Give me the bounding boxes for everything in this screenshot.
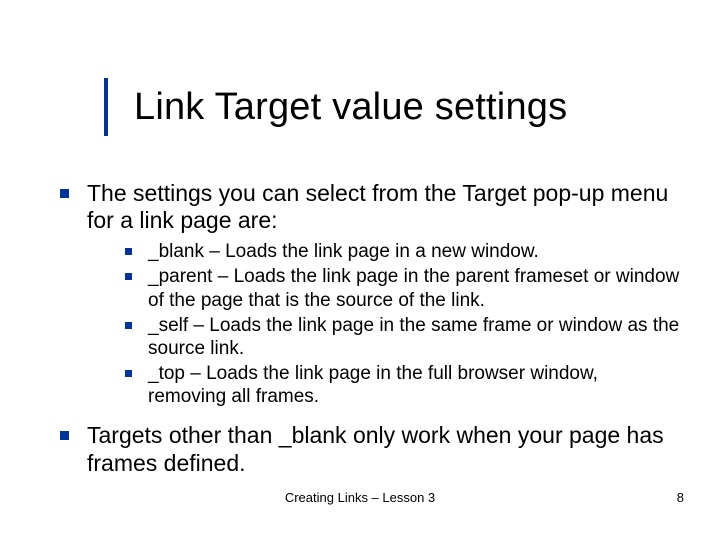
slide-content: The settings you can select from the Tar…	[60, 180, 680, 483]
square-bullet-icon	[125, 370, 132, 377]
bullet-text: The settings you can select from the Tar…	[87, 180, 680, 234]
sub-bullet-item: _parent – Loads the link page in the par…	[125, 265, 680, 311]
bullet-item: The settings you can select from the Tar…	[60, 180, 680, 416]
sub-bullet-item: _blank – Loads the link page in a new wi…	[125, 240, 680, 263]
sub-bullet-text: _top – Loads the link page in the full b…	[148, 362, 680, 408]
bullet-list-level2: _blank – Loads the link page in a new wi…	[125, 240, 680, 408]
square-bullet-icon	[125, 322, 132, 329]
square-bullet-icon	[125, 273, 132, 280]
footer-page-number: 8	[677, 490, 684, 505]
square-bullet-icon	[60, 189, 69, 198]
sub-bullet-item: _self – Loads the link page in the same …	[125, 314, 680, 360]
slide-title: Link Target value settings	[134, 86, 567, 129]
square-bullet-icon	[125, 248, 132, 255]
square-bullet-icon	[60, 431, 69, 440]
footer-lesson-label: Creating Links – Lesson 3	[285, 490, 435, 505]
title-accent-bar	[104, 78, 108, 136]
slide: Link Target value settings The settings …	[0, 0, 720, 540]
bullet-body: The settings you can select from the Tar…	[87, 180, 680, 416]
slide-footer: Creating Links – Lesson 3 8	[0, 490, 720, 510]
bullet-text: Targets other than _blank only work when…	[87, 422, 680, 476]
sub-bullet-text: _self – Loads the link page in the same …	[148, 314, 680, 360]
sub-bullet-item: _top – Loads the link page in the full b…	[125, 362, 680, 408]
sub-bullet-text: _parent – Loads the link page in the par…	[148, 265, 680, 311]
sub-bullet-text: _blank – Loads the link page in a new wi…	[148, 240, 539, 263]
bullet-list-level1: The settings you can select from the Tar…	[60, 180, 680, 477]
bullet-item: Targets other than _blank only work when…	[60, 422, 680, 476]
bullet-body: Targets other than _blank only work when…	[87, 422, 680, 476]
title-wrap: Link Target value settings	[104, 78, 567, 136]
